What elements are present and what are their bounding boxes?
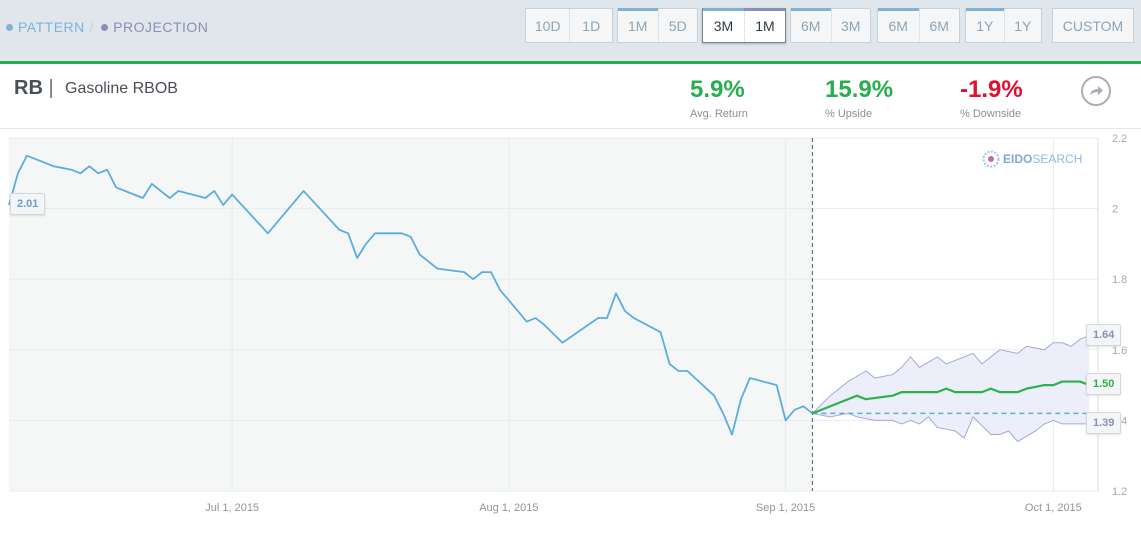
custom-range-button[interactable]: CUSTOM [1052,8,1134,43]
range-button-10d-1d[interactable]: 10D 1D [525,8,613,43]
range-button-1m[interactable]: 1M [618,9,658,42]
stat-avg-return: 5.9% Avg. Return [690,76,748,120]
eidosearch-logo-icon [982,150,1000,168]
x-tick-label: Oct 1, 2015 [1025,502,1082,514]
ticker-code: RB [14,77,43,99]
stat-avg-return-label: Avg. Return [690,108,748,120]
y-tick-label: 1.6 [1112,345,1127,357]
range-button-1y-1y[interactable]: 1Y 1Y [965,8,1042,43]
range-button-1y-projection[interactable]: 1Y [1003,9,1042,42]
ticker-separator: | [48,77,54,99]
eidosearch-logo: EIDO SEARCH [982,150,1082,168]
ticker-symbol: RB | [14,77,54,100]
share-arrow-icon [1090,86,1103,95]
x-tick-label: Jul 1, 2015 [205,502,259,514]
range-button-3m[interactable]: 3M [703,9,744,42]
x-tick-label: Aug 1, 2015 [479,502,538,514]
value-label-1-39: 1.39 [1086,411,1122,434]
range-button-6m-3m[interactable]: 6M 3M [790,8,871,43]
instrument-header: RB | Gasoline RBOB 5.9% Avg. Return 15.9… [0,64,1141,129]
projection-dot-icon [101,23,109,31]
stat-downside: -1.9% % Downside [960,76,1023,120]
range-button-1m-projection[interactable]: 1M [744,9,785,42]
instrument-name: Gasoline RBOB [65,80,178,97]
projection-band [812,335,1090,442]
range-button-1d[interactable]: 1D [569,9,612,42]
chart-svg: 1.21.41.61.822.2Jul 1, 2015Aug 1, 2015Se… [8,133,1127,514]
x-tick-label: Sep 1, 2015 [756,502,815,514]
stat-downside-label: % Downside [960,108,1022,120]
legend-projection-label[interactable]: PROJECTION [113,19,208,35]
range-button-6m-projection[interactable]: 6M [918,9,960,42]
y-tick-label: 1.2 [1112,486,1127,498]
chart-legend: PATTERN / PROJECTION [6,19,208,35]
logo-part2: SEARCH [1032,152,1083,166]
y-tick-label: 1.8 [1112,274,1127,286]
range-button-6m-pattern[interactable]: 6M [878,9,919,42]
legend-pattern-label[interactable]: PATTERN [18,19,85,35]
range-button-6m-6m[interactable]: 6M 6M [877,8,960,43]
range-button-1y[interactable]: 1Y [966,9,1004,42]
value-label-1-50: 1.50 [1086,373,1122,396]
legend-separator: / [89,19,95,35]
stat-upside-value: 15.9% [825,76,894,103]
custom-range-label[interactable]: CUSTOM [1053,9,1133,42]
value-label-2-01: 2.01 [10,193,46,216]
range-button-1m-5d[interactable]: 1M 5D [617,8,698,43]
stat-downside-value: -1.9% [960,76,1023,103]
range-button-6m[interactable]: 6M [791,9,831,42]
y-tick-label: 2.2 [1112,133,1127,145]
logo-part1: EIDO [1003,152,1033,166]
pattern-region-background [9,138,813,491]
pattern-dot-icon [6,23,13,31]
y-tick-label: 2 [1112,204,1118,216]
top-toolbar: PATTERN / PROJECTION 10D 1D 1M 5D 3M 1M … [0,0,1141,61]
share-button[interactable] [1081,76,1111,106]
stat-upside-label: % Upside [825,108,873,120]
range-button-5d[interactable]: 5D [657,9,698,42]
value-label-1-64: 1.64 [1086,323,1122,346]
stat-avg-return-value: 5.9% [690,76,745,103]
range-button-3m-projection[interactable]: 3M [830,9,871,42]
price-chart: 1.21.41.61.822.2Jul 1, 2015Aug 1, 2015Se… [0,129,1141,533]
stat-upside: 15.9% % Upside [825,76,893,120]
range-button-10d[interactable]: 10D [526,9,569,42]
range-button-3m-1m[interactable]: 3M 1M [702,8,786,43]
